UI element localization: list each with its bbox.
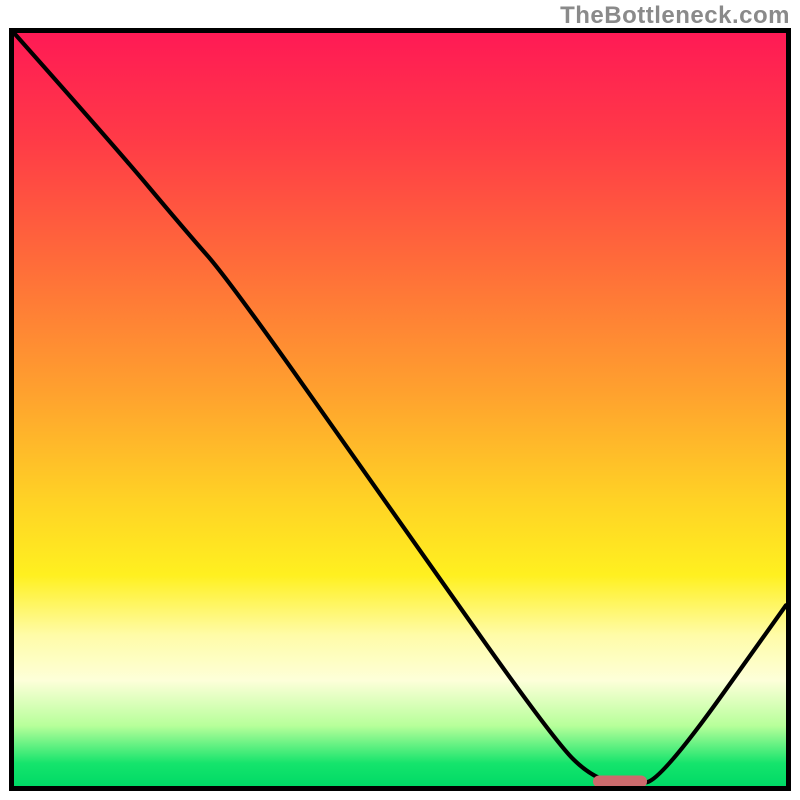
plot-border <box>9 28 791 791</box>
watermark-text: TheBottleneck.com <box>560 2 790 30</box>
chart-frame: TheBottleneck.com <box>0 0 800 800</box>
